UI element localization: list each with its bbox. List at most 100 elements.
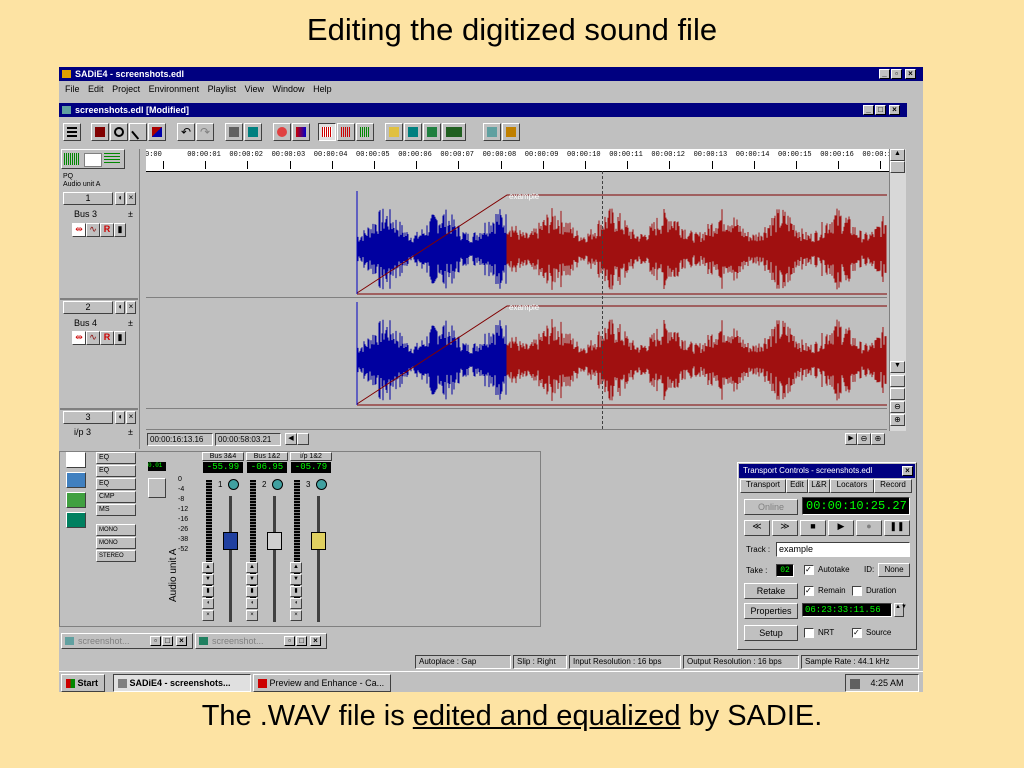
edl-titlebar[interactable]: screenshots.edl [Modified] _ □ × <box>59 103 907 117</box>
razor-tool-icon[interactable] <box>110 123 128 141</box>
track-number-1[interactable]: 1 <box>63 192 113 205</box>
channel-button-icon[interactable]: ▮ <box>290 586 302 597</box>
online-button[interactable]: Online <box>744 499 798 515</box>
fader-track[interactable] <box>317 496 320 622</box>
taskbar-preview[interactable]: Preview and Enhance - Ca... <box>253 674 391 692</box>
track-1-pencil-icon[interactable]: ∿ <box>86 223 100 237</box>
pan-knob-icon[interactable] <box>272 479 283 490</box>
track-number-2[interactable]: 2 <box>63 301 113 314</box>
hscroll-right-icon[interactable]: ▶ <box>845 433 857 445</box>
track-2-mute-icon[interactable]: × <box>126 301 136 314</box>
track-1-record-icon[interactable]: R <box>100 223 114 237</box>
export-icon[interactable] <box>244 123 262 141</box>
view-mode-red-icon[interactable] <box>84 153 102 167</box>
id-value-button[interactable]: None <box>878 563 910 577</box>
menu-help[interactable]: Help <box>313 84 332 94</box>
minimized-2-maximize-icon[interactable]: □ <box>296 636 307 646</box>
track-name-field[interactable]: example <box>776 542 910 557</box>
pan-knob-icon[interactable] <box>316 479 327 490</box>
play-icon[interactable]: ▶ <box>828 520 854 536</box>
mixer-tool-1-icon[interactable] <box>66 452 86 468</box>
track-2-bus-arrow-icon[interactable]: ± <box>128 318 133 328</box>
menu-playlist[interactable]: Playlist <box>208 84 237 94</box>
tab-locators[interactable]: Locators <box>830 479 874 493</box>
eq-slot[interactable]: MS <box>96 504 136 516</box>
zoom-out-h-icon[interactable]: ⊖ <box>857 433 871 445</box>
channel-button-icon[interactable]: ◖ <box>246 598 258 609</box>
menu-view[interactable]: View <box>245 84 264 94</box>
transport-close-icon[interactable]: × <box>902 466 913 476</box>
fader-track[interactable] <box>229 496 232 622</box>
pencil-tool-icon[interactable] <box>129 123 147 141</box>
menu-environment[interactable]: Environment <box>149 84 200 94</box>
autotake-checkbox[interactable]: ✓ <box>804 565 814 575</box>
scroll-up-icon[interactable]: ▲ <box>890 149 905 161</box>
minimized-1-restore-icon[interactable]: ▫ <box>150 636 161 646</box>
mode-button-stereo[interactable]: STEREO <box>96 550 136 562</box>
restore-icon[interactable]: ▫ <box>891 69 902 79</box>
fade-tool-icon[interactable] <box>148 123 166 141</box>
tray-icon[interactable] <box>850 678 860 689</box>
channel-button-icon[interactable]: ◖ <box>290 598 302 609</box>
channel-head[interactable]: i/p 1&2 <box>290 452 332 461</box>
hscroll-thumb[interactable] <box>297 433 309 445</box>
channel-button-icon[interactable]: ▮ <box>246 586 258 597</box>
print-icon[interactable] <box>225 123 243 141</box>
tracks-tool-icon[interactable] <box>63 123 81 141</box>
fast-forward-icon[interactable]: ≫ <box>772 520 798 536</box>
view-mode-green-icon[interactable] <box>64 153 80 165</box>
fader-cap[interactable] <box>311 532 326 551</box>
folder-icon[interactable] <box>385 123 403 141</box>
channel-button-icon[interactable]: × <box>202 610 214 621</box>
zoom-v-icon[interactable]: ⊖ <box>890 401 905 413</box>
track-2-pencil-icon[interactable]: ∿ <box>86 331 100 345</box>
edl-minimize-icon[interactable]: _ <box>863 105 874 115</box>
channel-head[interactable]: Bus 3&4 <box>202 452 244 461</box>
track-1-waveform-icon[interactable]: ⇹ <box>72 223 86 237</box>
setup-button[interactable]: Setup <box>744 625 798 641</box>
channel-button-icon[interactable]: × <box>290 610 302 621</box>
clip-tool-icon[interactable] <box>91 123 109 141</box>
taskbar-sadie[interactable]: SADiE4 - screenshots... <box>113 674 251 692</box>
eq-slot[interactable]: EQ <box>96 452 136 464</box>
channel-button-icon[interactable]: ▲ <box>246 562 258 573</box>
channel-button-icon[interactable]: ▼ <box>290 574 302 585</box>
waveform-green-icon[interactable] <box>356 123 374 141</box>
scroll-thumb[interactable] <box>890 161 905 173</box>
menu-file[interactable]: File <box>65 84 80 94</box>
minimized-window-1[interactable]: screenshot... ▫ □ × <box>61 633 193 649</box>
track-3-bus-arrow-icon[interactable]: ± <box>128 427 133 437</box>
channel-head[interactable]: Bus 1&2 <box>246 452 288 461</box>
properties-button[interactable]: Properties <box>744 603 798 619</box>
list-icon[interactable] <box>423 123 441 141</box>
menu-project[interactable]: Project <box>112 84 140 94</box>
close-icon[interactable]: × <box>905 69 916 79</box>
time-ruler[interactable]: 0:00 00:00:01 00:00:02 00:00:03 00:00:04 00:0… <box>145 149 896 172</box>
fader-track[interactable] <box>273 496 276 622</box>
channel-button-icon[interactable]: ▮ <box>202 586 214 597</box>
menu-edit[interactable]: Edit <box>88 84 104 94</box>
track-1-lock-icon[interactable]: ▮ <box>114 223 126 237</box>
stop-icon[interactable]: ■ <box>800 520 826 536</box>
channel-button-icon[interactable]: ▼ <box>246 574 258 585</box>
caption-link[interactable]: edited and equalized <box>413 700 681 732</box>
eq-slot[interactable]: EQ <box>96 465 136 477</box>
eq-slot[interactable]: EQ <box>96 478 136 490</box>
minimize-icon[interactable]: _ <box>879 69 890 79</box>
tab-lr[interactable]: L&R <box>808 479 830 493</box>
track-3-mute-icon[interactable]: × <box>126 411 136 424</box>
channel-button-icon[interactable]: ▲ <box>202 562 214 573</box>
fader-cap[interactable] <box>223 532 238 551</box>
mode-button-mono2[interactable]: MONO <box>96 537 136 549</box>
minimized-1-close-icon[interactable]: × <box>176 636 187 646</box>
track-lane-3[interactable] <box>145 409 887 430</box>
pause-icon[interactable]: ❚❚ <box>884 520 910 536</box>
edl-close-icon[interactable]: × <box>889 105 900 115</box>
waveform-red-icon[interactable] <box>337 123 355 141</box>
track-1-bus-arrow-icon[interactable]: ± <box>128 209 133 219</box>
pan-knob-icon[interactable] <box>228 479 239 490</box>
zoom-fit-icon[interactable] <box>890 375 905 387</box>
track-lane-2[interactable]: example <box>145 298 887 409</box>
channel-button-icon[interactable]: ◖ <box>202 598 214 609</box>
track-2-speaker-icon[interactable]: ◖ <box>115 301 125 314</box>
